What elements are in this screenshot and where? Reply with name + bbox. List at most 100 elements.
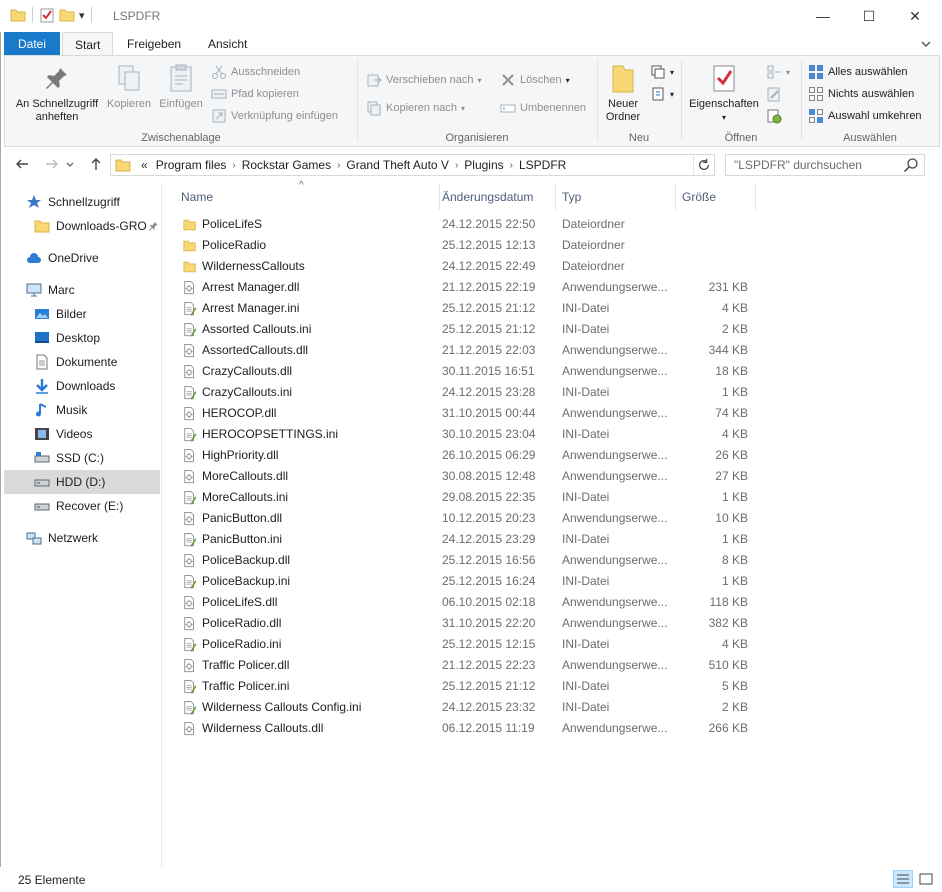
search-icon[interactable]	[903, 157, 919, 173]
refresh-button[interactable]	[693, 155, 713, 175]
tab-file[interactable]: Datei	[4, 32, 60, 56]
file-name: PoliceBackup.dll	[202, 553, 291, 567]
nav-music[interactable]: Musik	[34, 398, 160, 422]
nav-videos[interactable]: Videos	[34, 422, 160, 446]
pin-quick-access-button[interactable]: An Schnellzugriff anheften	[11, 62, 103, 124]
chevron-right-icon[interactable]: ›	[455, 160, 458, 171]
column-header-type[interactable]: Typ	[556, 184, 674, 210]
file-row[interactable]: MoreCallouts.ini 29.08.2015 22:35 INI-Date…	[177, 487, 757, 508]
select-none-button[interactable]: Nichts auswählen	[808, 86, 914, 102]
history-button[interactable]	[766, 108, 782, 124]
select-all-button[interactable]: Alles auswählen	[808, 64, 908, 80]
chevron-right-icon[interactable]: ›	[337, 160, 340, 171]
search-input[interactable]: "LSPDFR" durchsuchen	[725, 154, 925, 176]
easy-access-button[interactable]: ▾	[650, 86, 674, 102]
file-row[interactable]: PoliceBackup.ini 25.12.2015 16:24 INI-Date…	[177, 571, 757, 592]
nav-this-pc[interactable]: Marc	[26, 278, 160, 302]
edit-button[interactable]	[766, 86, 782, 102]
new-folder-button[interactable]: Neuer Ordner	[600, 62, 646, 124]
tab-home[interactable]: Start	[62, 32, 114, 56]
invert-selection-button[interactable]: Auswahl umkehren	[808, 108, 922, 124]
file-row[interactable]: PoliceLifeS 24.12.2015 22:50 Dateiordner	[177, 214, 757, 235]
column-header-size[interactable]: Größe	[676, 184, 754, 210]
breadcrumb-lspdfr[interactable]: LSPDFR	[519, 158, 566, 172]
properties-button[interactable]: Eigenschaften ▾	[686, 62, 762, 124]
minimize-button[interactable]: —	[800, 0, 846, 32]
file-row[interactable]: Traffic Policer.dll 21.12.2015 22:23 Anwen…	[177, 655, 757, 676]
chevron-right-icon[interactable]: ›	[510, 160, 513, 171]
column-header-date[interactable]: Änderungsdatum	[436, 184, 556, 210]
chevron-down-icon[interactable]	[918, 36, 934, 52]
file-row[interactable]: HEROCOPSETTINGS.ini 30.10.2015 23:04 INI-D…	[177, 424, 757, 445]
recent-locations-button[interactable]	[64, 156, 76, 174]
delete-button[interactable]: Löschen ▾	[500, 72, 570, 88]
back-button[interactable]	[12, 156, 32, 174]
column-divider[interactable]	[755, 184, 756, 210]
nav-downloads[interactable]: Downloads	[34, 374, 160, 398]
maximize-button[interactable]: ☐	[846, 0, 892, 32]
file-name: Wilderness Callouts Config.ini	[202, 700, 362, 714]
copy-to-button[interactable]: Kopieren nach ▾	[366, 100, 465, 116]
nav-recover[interactable]: Recover (E:)	[34, 494, 160, 518]
nav-ssd[interactable]: SSD (C:)	[34, 446, 160, 470]
paste-button[interactable]: Einfügen	[155, 62, 207, 111]
properties-icon[interactable]	[39, 7, 55, 23]
paste-shortcut-button[interactable]: Verknüpfung einfügen	[211, 108, 338, 124]
nav-downloads-pinned[interactable]: Downloads-GRO	[34, 214, 160, 238]
cut-button[interactable]: Ausschneiden	[211, 64, 300, 80]
chevron-right-icon[interactable]: ›	[232, 160, 235, 171]
file-row[interactable]: CrazyCallouts.ini 24.12.2015 23:28 INI-Dat…	[177, 382, 757, 403]
forward-button[interactable]	[42, 156, 62, 174]
file-row[interactable]: PoliceLifeS.dll 06.10.2015 02:18 Anwendung…	[177, 592, 757, 613]
copy-path-button[interactable]: Pfad kopieren	[211, 86, 299, 102]
file-row[interactable]: PanicButton.dll 10.12.2015 20:23 Anwendung…	[177, 508, 757, 529]
move-to-button[interactable]: Verschieben nach ▾	[366, 72, 481, 88]
tab-share[interactable]: Freigeben	[115, 32, 193, 56]
nav-pictures[interactable]: Bilder	[34, 302, 160, 326]
rename-button[interactable]: Umbenennen	[500, 100, 586, 116]
file-row[interactable]: Assorted Callouts.ini 25.12.2015 21:12 INI…	[177, 319, 757, 340]
breadcrumb-program-files[interactable]: Program files	[156, 158, 227, 172]
copy-button[interactable]: Kopieren	[103, 62, 155, 111]
column-header-name[interactable]: Name	[175, 184, 439, 210]
breadcrumb-gta-v[interactable]: Grand Theft Auto V	[346, 158, 449, 172]
folder-icon[interactable]	[10, 7, 26, 23]
file-row[interactable]: Arrest Manager.dll 21.12.2015 22:19 Anwend…	[177, 277, 757, 298]
file-row[interactable]: WildernessCallouts 24.12.2015 22:49 Dateio…	[177, 256, 757, 277]
file-row[interactable]: MoreCallouts.dll 30.08.2015 12:48 Anwendun…	[177, 466, 757, 487]
nav-documents[interactable]: Dokumente	[34, 350, 160, 374]
file-row[interactable]: Arrest Manager.ini 25.12.2015 21:12 INI-Da…	[177, 298, 757, 319]
open-button[interactable]: ▾	[766, 64, 790, 80]
file-row[interactable]: Wilderness Callouts Config.ini 24.12.2015…	[177, 697, 757, 718]
nav-quick-access[interactable]: Schnellzugriff	[26, 190, 160, 214]
up-button[interactable]	[86, 156, 106, 174]
breadcrumb-overflow[interactable]: «	[141, 158, 148, 172]
nav-network[interactable]: Netzwerk	[26, 526, 160, 550]
file-row[interactable]: PoliceRadio.dll 31.10.2015 22:20 Anwendung…	[177, 613, 757, 634]
new-folder-icon[interactable]	[59, 7, 75, 23]
file-row[interactable]: CrazyCallouts.dll 30.11.2015 16:51 Anwendu…	[177, 361, 757, 382]
file-row[interactable]: HEROCOP.dll 31.10.2015 00:44 Anwendungserw…	[177, 403, 757, 424]
tab-view[interactable]: Ansicht	[196, 32, 259, 56]
file-row[interactable]: Traffic Policer.ini 25.12.2015 21:12 INI-D…	[177, 676, 757, 697]
file-row[interactable]: Wilderness Callouts.dll 06.12.2015 11:19 A…	[177, 718, 757, 739]
breadcrumb-plugins[interactable]: Plugins	[464, 158, 503, 172]
file-row[interactable]: HighPriority.dll 26.10.2015 06:29 Anwendun…	[177, 445, 757, 466]
new-item-button[interactable]: ▾	[650, 64, 674, 80]
close-button[interactable]: ✕	[892, 0, 938, 32]
nav-onedrive[interactable]: OneDrive	[26, 246, 160, 270]
qat-dropdown-icon[interactable]: ▾	[79, 9, 85, 22]
nav-desktop[interactable]: Desktop	[34, 326, 160, 350]
music-icon	[36, 403, 47, 417]
invert-selection-label: Auswahl umkehren	[828, 110, 922, 122]
file-row[interactable]: PoliceRadio.ini 25.12.2015 12:15 INI-Datei…	[177, 634, 757, 655]
details-view-button[interactable]	[893, 870, 913, 888]
nav-hdd[interactable]: HDD (D:)	[4, 470, 160, 494]
large-icons-view-button[interactable]	[916, 870, 936, 888]
file-row[interactable]: PoliceRadio 25.12.2015 12:13 Dateiordner	[177, 235, 757, 256]
address-bar[interactable]: « Program files › Rockstar Games › Grand…	[110, 154, 715, 176]
breadcrumb-rockstar-games[interactable]: Rockstar Games	[242, 158, 331, 172]
file-row[interactable]: PanicButton.ini 24.12.2015 23:29 INI-Datei…	[177, 529, 757, 550]
file-row[interactable]: AssortedCallouts.dll 21.12.2015 22:03 Anwe…	[177, 340, 757, 361]
file-row[interactable]: PoliceBackup.dll 25.12.2015 16:56 Anwendun…	[177, 550, 757, 571]
